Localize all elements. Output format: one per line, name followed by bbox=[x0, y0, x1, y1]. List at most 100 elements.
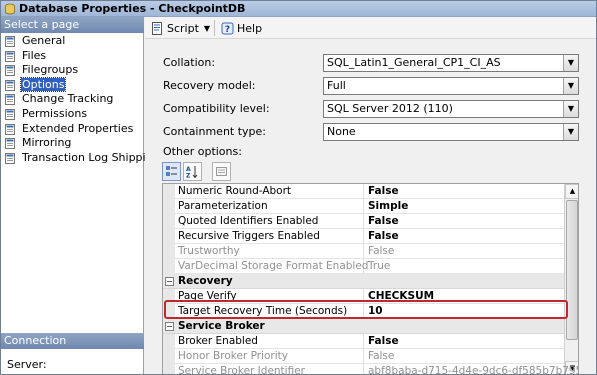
property-name: Service Broker Identifier bbox=[176, 364, 364, 374]
recovery-model-combo[interactable]: Full ▼ bbox=[323, 77, 579, 95]
property-row[interactable]: VarDecimal Storage Format Enabled True bbox=[163, 259, 564, 274]
property-grid: ▲ ▼ Numeric Round-Abort False Parameteriza… bbox=[162, 183, 579, 374]
toolbar-separator bbox=[214, 20, 215, 36]
containment-type-label: Containment type: bbox=[163, 125, 267, 138]
property-row[interactable]: Recursive Triggers Enabled False bbox=[163, 229, 564, 244]
vertical-scrollbar[interactable]: ▲ ▼ bbox=[564, 184, 578, 374]
property-name: Quoted Identifiers Enabled bbox=[176, 214, 364, 229]
property-value[interactable]: False bbox=[365, 334, 564, 349]
property-row[interactable]: Numeric Round-Abort False bbox=[163, 184, 564, 199]
page-icon bbox=[5, 79, 15, 91]
page-item-general[interactable]: General bbox=[1, 34, 144, 49]
page-item-label: Extended Properties bbox=[22, 121, 134, 135]
property-row[interactable]: Trustworthy False bbox=[163, 244, 564, 259]
page-icon bbox=[5, 65, 15, 77]
category-label: Service Broker bbox=[178, 320, 265, 332]
compatibility-level-combo[interactable]: SQL Server 2012 (110) ▼ bbox=[323, 100, 579, 118]
property-value[interactable]: False bbox=[365, 349, 564, 364]
connection-header: Connection bbox=[1, 333, 144, 349]
property-name: Target Recovery Time (Seconds) bbox=[176, 304, 364, 319]
property-value[interactable]: CHECKSUM bbox=[365, 289, 564, 304]
collapse-icon[interactable]: − bbox=[165, 322, 174, 331]
page-item-options[interactable]: Options bbox=[1, 76, 144, 93]
property-row[interactable]: Broker Enabled False bbox=[163, 334, 564, 349]
scroll-up-icon[interactable]: ▲ bbox=[565, 184, 578, 199]
toolbar: Script ▼ ? Help bbox=[145, 17, 596, 39]
property-name: Page Verify bbox=[176, 289, 364, 304]
alphabetical-button[interactable]: A Z bbox=[183, 162, 202, 181]
collation-value: SQL_Latin1_General_CP1_CI_AS bbox=[327, 56, 501, 69]
row-gutter bbox=[163, 214, 175, 229]
page-icon bbox=[5, 152, 15, 164]
page-item-transaction-log-shipping[interactable]: Transaction Log Shipping bbox=[1, 151, 160, 166]
window-title: Database Properties - CheckpointDB bbox=[19, 2, 246, 15]
property-name: Numeric Round-Abort bbox=[176, 184, 364, 199]
collapse-icon[interactable]: − bbox=[165, 277, 174, 286]
page-item-label: Filegroups bbox=[22, 63, 79, 77]
page-item-label: Transaction Log Shipping bbox=[22, 150, 160, 164]
page-item-filegroups[interactable]: Filegroups bbox=[1, 63, 144, 78]
category-label: Recovery bbox=[178, 275, 233, 287]
property-value[interactable]: False bbox=[365, 214, 564, 229]
svg-text:?: ? bbox=[225, 25, 230, 35]
page-item-mirroring[interactable]: Mirroring bbox=[1, 136, 144, 151]
row-gutter bbox=[163, 304, 175, 319]
property-row[interactable]: Quoted Identifiers Enabled False bbox=[163, 214, 564, 229]
collation-combo[interactable]: SQL_Latin1_General_CP1_CI_AS ▼ bbox=[323, 54, 579, 72]
property-row[interactable]: Target Recovery Time (Seconds) 10 bbox=[163, 304, 564, 319]
dropdown-arrow-icon[interactable]: ▼ bbox=[563, 55, 578, 71]
page-icon bbox=[5, 50, 15, 62]
property-value[interactable]: False bbox=[365, 229, 564, 244]
categorized-icon bbox=[166, 166, 177, 176]
sort-alpha-icon: A Z bbox=[186, 166, 198, 178]
row-gutter bbox=[163, 289, 175, 304]
database-icon bbox=[5, 3, 15, 15]
row-gutter bbox=[163, 364, 175, 374]
property-row[interactable]: Honor Broker Priority False bbox=[163, 349, 564, 364]
dropdown-arrow-icon[interactable]: ▼ bbox=[563, 78, 578, 94]
page-item-extended-properties[interactable]: Extended Properties bbox=[1, 122, 144, 137]
property-name: Parameterization bbox=[176, 199, 364, 214]
property-name: Trustworthy bbox=[176, 244, 364, 259]
page-list: General Files Filegroups Options Change Trac… bbox=[1, 34, 160, 166]
property-pages-button[interactable] bbox=[212, 162, 231, 181]
row-gutter bbox=[163, 184, 175, 199]
property-value[interactable]: abf8baba-d715-4d4e-9dc6-df585b7b7956 bbox=[365, 364, 578, 374]
help-label: Help bbox=[237, 21, 263, 35]
property-value[interactable]: False bbox=[365, 244, 564, 259]
dropdown-arrow-icon[interactable]: ▼ bbox=[563, 124, 578, 140]
help-button[interactable]: ? Help bbox=[221, 20, 262, 36]
page-icon bbox=[5, 138, 15, 150]
chevron-down-icon[interactable]: ▼ bbox=[204, 24, 210, 33]
property-value[interactable]: Simple bbox=[365, 199, 564, 214]
scrollbar-thumb[interactable] bbox=[566, 200, 578, 340]
property-row[interactable]: Service Broker Identifier abf8baba-d715-4… bbox=[163, 364, 578, 374]
row-gutter bbox=[163, 229, 175, 244]
recovery-model-value: Full bbox=[327, 79, 346, 92]
page-item-files[interactable]: Files bbox=[1, 49, 144, 64]
compatibility-level-value: SQL Server 2012 (110) bbox=[327, 102, 453, 115]
property-row[interactable]: Parameterization Simple bbox=[163, 199, 564, 214]
property-value[interactable]: False bbox=[365, 184, 564, 199]
page-item-permissions[interactable]: Permissions bbox=[1, 107, 144, 122]
page-icon bbox=[5, 36, 15, 47]
select-page-panel: Select a page General Files Filegroups Opti… bbox=[1, 17, 160, 374]
dropdown-arrow-icon[interactable]: ▼ bbox=[563, 101, 578, 117]
containment-type-combo[interactable]: None ▼ bbox=[323, 123, 579, 141]
script-icon bbox=[152, 21, 162, 35]
row-gutter bbox=[163, 334, 175, 349]
property-value[interactable]: True bbox=[365, 259, 564, 274]
script-button[interactable]: Script ▼ bbox=[151, 20, 210, 36]
collation-label: Collation: bbox=[163, 56, 216, 69]
categorized-button[interactable] bbox=[162, 162, 181, 181]
property-name: VarDecimal Storage Format Enabled bbox=[178, 259, 369, 274]
options-panel: Script ▼ ? Help Collation: SQL_Latin1_Ge… bbox=[145, 17, 596, 374]
category-row-service-broker[interactable]: − Service Broker bbox=[163, 319, 564, 334]
category-row-recovery[interactable]: − Recovery bbox=[163, 274, 564, 289]
select-page-header: Select a page bbox=[1, 17, 144, 33]
page-item-change-tracking[interactable]: Change Tracking bbox=[1, 92, 144, 107]
row-gutter bbox=[163, 199, 175, 214]
property-row[interactable]: Page Verify CHECKSUM bbox=[163, 289, 564, 304]
property-value[interactable]: 10 bbox=[365, 304, 564, 319]
title-bar[interactable]: Database Properties - CheckpointDB bbox=[1, 1, 596, 17]
